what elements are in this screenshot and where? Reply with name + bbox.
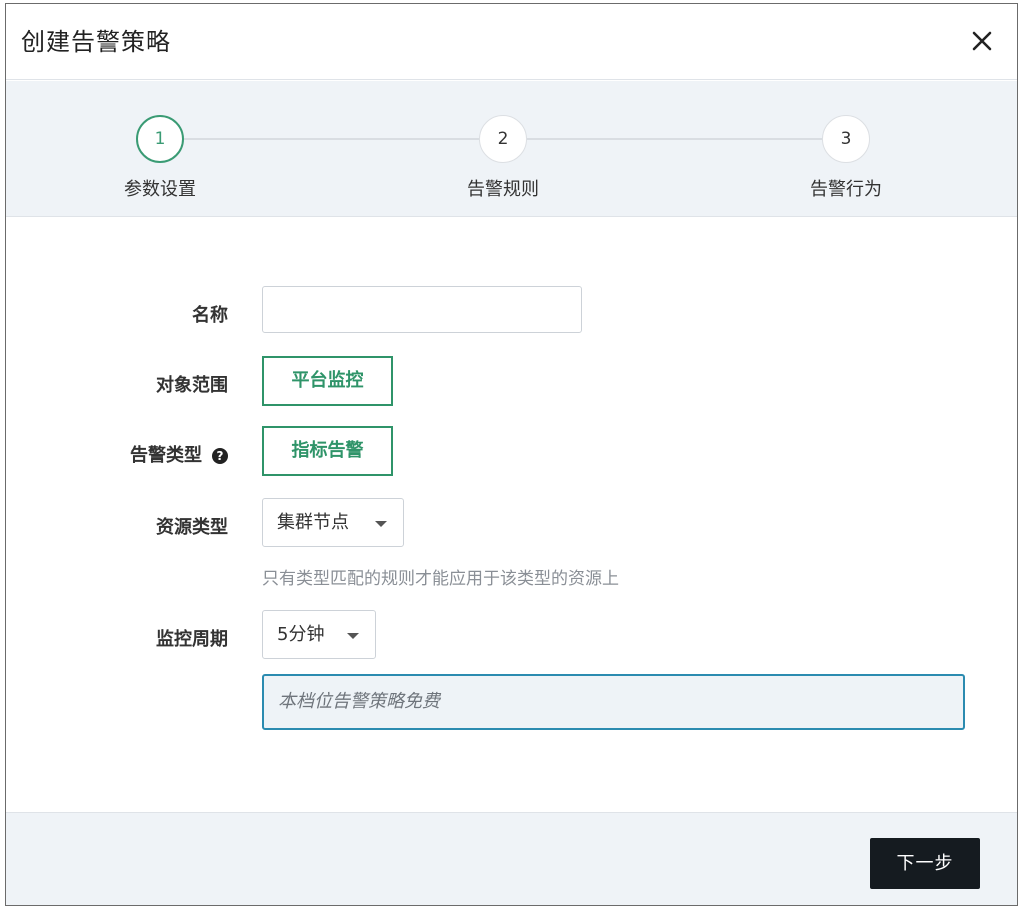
- step-number: 3: [822, 115, 870, 163]
- chevron-down-icon: [375, 521, 387, 527]
- create-alert-policy-dialog: 创建告警策略 1 参数设置 2 告警规则 3 告警行为 名称 对象范围 平台监控…: [5, 3, 1018, 906]
- dialog-header: 创建告警策略: [6, 4, 1017, 80]
- monitor-period-value: 5分钟: [277, 624, 325, 645]
- alert-type-label-row: 告警类型?: [6, 441, 228, 467]
- resource-type-label: 资源类型: [156, 517, 228, 538]
- step-label: 告警规则: [467, 179, 539, 200]
- dialog-title: 创建告警策略: [21, 28, 171, 56]
- step-label: 告警行为: [810, 179, 882, 200]
- next-step-button[interactable]: 下一步: [870, 838, 980, 889]
- step-connector: [184, 138, 479, 140]
- step-label: 参数设置: [124, 179, 196, 200]
- name-input[interactable]: [262, 286, 582, 333]
- name-label: 名称: [192, 305, 228, 326]
- chevron-down-icon: [347, 633, 359, 639]
- resource-type-hint: 只有类型匹配的规则才能应用于该类型的资源上: [262, 569, 619, 589]
- step-number: 2: [479, 115, 527, 163]
- free-tier-notice: 本档位告警策略免费: [262, 674, 965, 730]
- step-number: 1: [136, 115, 184, 163]
- question-circle-icon[interactable]: ?: [212, 448, 228, 464]
- monitor-period-label: 监控周期: [156, 629, 228, 650]
- resource-type-select[interactable]: 集群节点: [262, 498, 404, 547]
- close-button[interactable]: [969, 28, 995, 54]
- step-connector: [527, 138, 822, 140]
- alert-type-option-metric[interactable]: 指标告警: [262, 426, 393, 476]
- scope-label: 对象范围: [156, 375, 228, 396]
- resource-type-value: 集群节点: [277, 512, 349, 533]
- scope-option-platform-monitoring[interactable]: 平台监控: [262, 356, 393, 406]
- monitor-period-select[interactable]: 5分钟: [262, 610, 376, 659]
- step-indicator: 1 参数设置 2 告警规则 3 告警行为: [6, 81, 1017, 217]
- alert-type-label: 告警类型: [130, 445, 202, 466]
- close-icon: [972, 31, 992, 51]
- dialog-footer: 下一步: [6, 812, 1017, 905]
